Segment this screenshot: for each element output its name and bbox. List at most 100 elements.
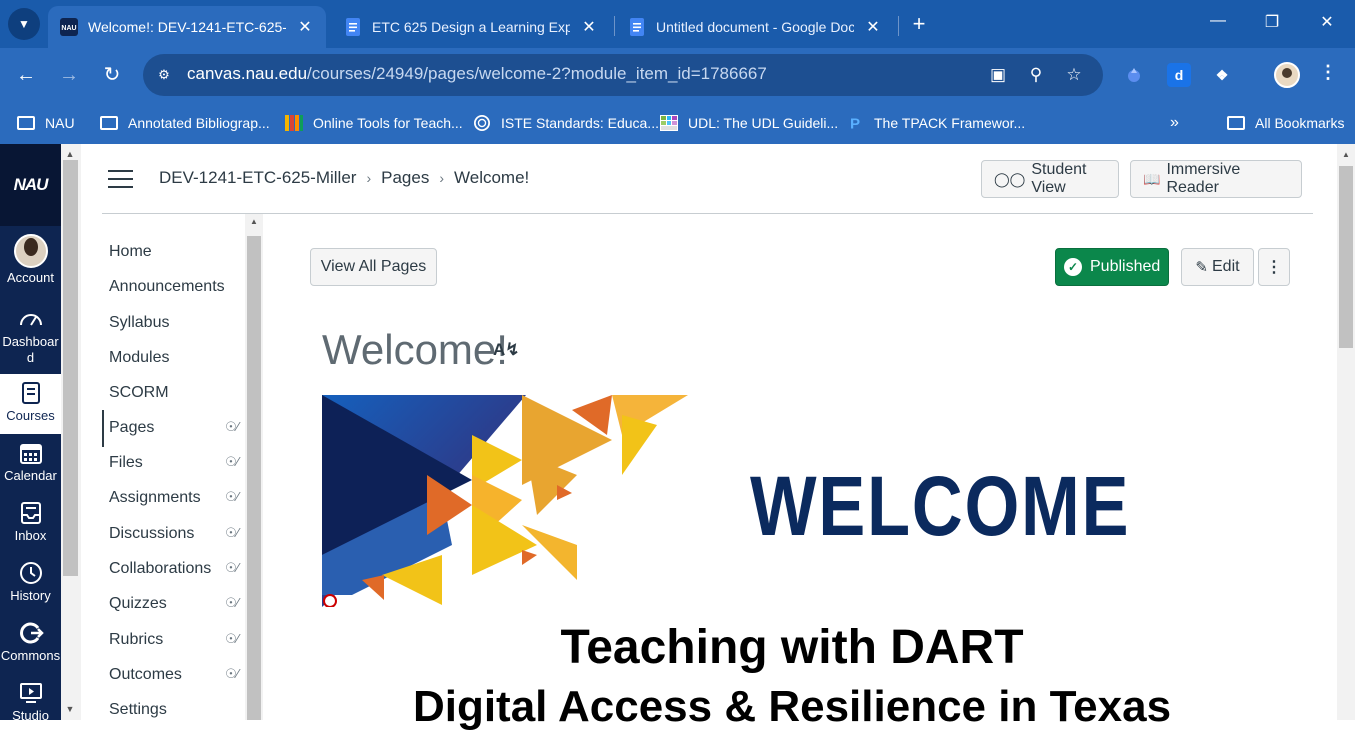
history-icon <box>19 562 42 584</box>
reload-button[interactable]: ↻ <box>98 61 126 89</box>
nau-logo[interactable]: NAU <box>0 144 61 226</box>
back-button[interactable]: ← <box>12 61 40 89</box>
course-menu-toggle[interactable] <box>108 170 133 188</box>
close-tab-icon[interactable]: ✕ <box>864 17 882 37</box>
forward-button[interactable]: → <box>55 61 83 89</box>
edit-button[interactable]: ✎ Edit <box>1181 248 1254 286</box>
chevron-right-icon: › <box>439 170 444 186</box>
page-options-button[interactable]: ⋮ <box>1258 248 1290 286</box>
folder-icon <box>100 116 118 130</box>
global-nav-studio[interactable]: Studio <box>0 674 61 734</box>
bookmark-iste[interactable]: ISTE Standards: Educa... <box>473 112 659 134</box>
hidden-eye-icon: ☉∕ <box>225 489 239 504</box>
global-nav-courses[interactable]: Courses <box>0 374 61 434</box>
page-title: Welcome! <box>322 326 508 373</box>
studio-icon <box>19 683 42 703</box>
tab-welcome[interactable]: NAU Welcome!: DEV-1241-ETC-625-Mil ✕ <box>48 6 326 48</box>
global-nav-dashboard[interactable]: Dashboar d <box>0 300 61 365</box>
global-nav-calendar[interactable]: Calendar <box>0 434 61 494</box>
bookmark-tpack[interactable]: P The TPACK Framewor... <box>846 112 1025 134</box>
back-arrow-icon: ← <box>16 64 36 86</box>
course-nav-scroll-thumb[interactable] <box>247 236 261 720</box>
header-divider <box>102 213 1313 214</box>
text-direction-icon[interactable]: A↯ <box>493 340 520 360</box>
tab-etc625-doc[interactable]: ETC 625 Design a Learning Experie ✕ <box>332 6 610 48</box>
install-app-icon[interactable]: ▣ <box>986 64 1010 86</box>
course-nav-pages[interactable]: Pages <box>109 419 154 443</box>
global-nav-scroll-thumb[interactable] <box>63 160 78 576</box>
course-nav-announcements[interactable]: Announcements <box>109 278 225 302</box>
published-button[interactable]: ✓ Published <box>1055 248 1169 286</box>
scroll-down-arrow-icon[interactable]: ▼ <box>64 704 76 714</box>
hidden-eye-icon: ☉∕ <box>225 595 239 610</box>
scroll-up-arrow-icon[interactable]: ▲ <box>1340 150 1352 159</box>
close-tab-icon[interactable]: ✕ <box>580 17 598 37</box>
bookmark-annotated-bibliography[interactable]: Annotated Bibliograp... <box>100 112 270 134</box>
global-nav-label: Dashboar <box>2 334 59 349</box>
bookmark-nau[interactable]: NAU <box>17 112 75 134</box>
global-nav-label: d <box>26 350 35 365</box>
google-docs-icon <box>346 18 360 36</box>
bookmarks-bar: NAU Annotated Bibliograp... Online Tools… <box>0 102 1355 144</box>
course-nav-rubrics[interactable]: Rubrics <box>109 631 163 655</box>
grid-icon <box>660 115 678 131</box>
close-window-button[interactable]: ✕ <box>1313 12 1341 32</box>
extensions-puzzle-icon[interactable]: ❖ <box>1210 63 1234 87</box>
profile-avatar[interactable] <box>1274 62 1300 88</box>
minimize-button[interactable]: — <box>1204 12 1232 30</box>
close-tab-icon[interactable]: ✕ <box>296 17 314 37</box>
extension-d-icon[interactable]: d <box>1167 63 1191 87</box>
course-nav-assignments[interactable]: Assignments <box>109 489 201 513</box>
global-nav-label: Courses <box>6 408 55 423</box>
immersive-reader-label: Immersive Reader <box>1166 161 1241 196</box>
course-nav-home[interactable]: Home <box>109 243 152 267</box>
commons-icon <box>19 622 44 644</box>
browser-toolbar: ← → ↻ ⚙ canvas.nau.edu/courses/24949/pag… <box>0 48 1355 102</box>
breadcrumb-course[interactable]: DEV-1241-ETC-625-Miller <box>159 168 356 188</box>
course-nav-files[interactable]: Files <box>109 454 143 478</box>
nau-favicon-icon: NAU <box>60 18 78 36</box>
scroll-up-arrow-icon[interactable]: ▲ <box>248 217 260 226</box>
tab-search-button[interactable]: ▼ <box>8 8 40 40</box>
page-scroll-thumb[interactable] <box>1339 166 1353 348</box>
course-nav-scorm[interactable]: SCORM <box>109 384 169 408</box>
iste-icon <box>474 115 490 131</box>
bookmark-star-icon[interactable]: ☆ <box>1062 64 1086 86</box>
course-nav-collaborations[interactable]: Collaborations <box>109 560 211 584</box>
site-info-icon[interactable]: ⚙ <box>153 64 175 86</box>
immersive-reader-button[interactable]: 📖 Immersive Reader <box>1130 160 1302 198</box>
bookmark-online-tools[interactable]: Online Tools for Teach... <box>285 112 463 134</box>
breadcrumb-pages[interactable]: Pages <box>381 168 429 188</box>
course-nav-outcomes[interactable]: Outcomes <box>109 666 182 690</box>
extension-blue-icon[interactable] <box>1122 63 1146 87</box>
calendar-icon <box>19 444 42 464</box>
url-text[interactable]: canvas.nau.edu/courses/24949/pages/welco… <box>187 64 767 84</box>
bookmark-udl[interactable]: UDL: The UDL Guideli... <box>660 112 838 134</box>
folder-icon <box>17 116 35 130</box>
scroll-up-arrow-icon[interactable]: ▲ <box>64 149 76 159</box>
global-nav-inbox[interactable]: Inbox <box>0 494 61 554</box>
chevron-double-right-icon: » <box>1170 114 1179 131</box>
url-host: canvas.nau.edu <box>187 64 308 83</box>
bookmark-label: Annotated Bibliograp... <box>128 115 270 131</box>
course-nav-modules[interactable]: Modules <box>109 349 169 373</box>
global-nav-account[interactable]: Account <box>0 230 61 290</box>
tab-untitled-doc[interactable]: Untitled document - Google Docs ✕ <box>616 6 894 48</box>
chrome-menu-icon[interactable]: ⋮ <box>1318 62 1338 83</box>
more-bookmarks-button[interactable]: » <box>1170 112 1179 134</box>
zoom-icon[interactable]: ⚲ <box>1024 64 1048 86</box>
course-nav-syllabus[interactable]: Syllabus <box>109 314 169 338</box>
global-nav-label: Commons <box>0 648 61 663</box>
new-tab-button[interactable]: + <box>906 12 932 38</box>
course-nav-settings[interactable]: Settings <box>109 701 167 725</box>
course-nav-discussions[interactable]: Discussions <box>109 525 194 549</box>
restore-button[interactable]: ❐ <box>1258 12 1286 32</box>
global-nav-history[interactable]: History <box>0 554 61 614</box>
all-bookmarks[interactable]: All Bookmarks <box>1227 112 1344 134</box>
student-view-button[interactable]: ◯◯ Student View <box>981 160 1119 198</box>
address-bar[interactable]: ⚙ canvas.nau.edu/courses/24949/pages/wel… <box>143 54 1103 96</box>
course-nav-quizzes[interactable]: Quizzes <box>109 595 167 619</box>
global-nav-commons[interactable]: Commons <box>0 614 61 674</box>
hidden-eye-icon: ☉∕ <box>225 666 239 681</box>
view-all-pages-button[interactable]: View All Pages <box>310 248 437 286</box>
